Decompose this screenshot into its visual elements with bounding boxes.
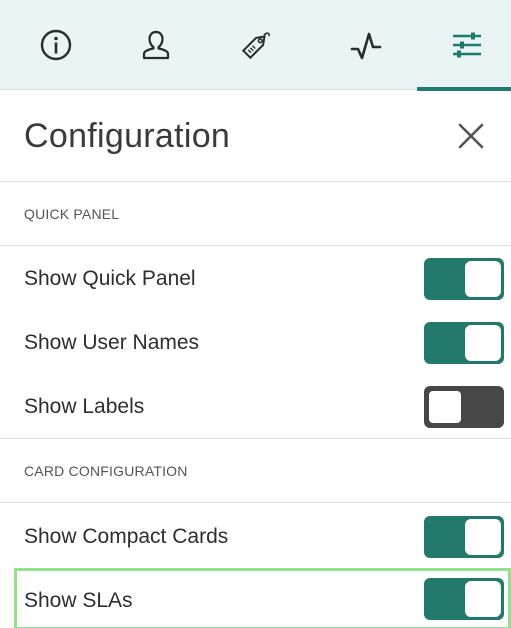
- toggle-knob: [465, 325, 501, 361]
- show-quick-panel-toggle[interactable]: [424, 258, 504, 300]
- setting-row-show-compact-cards: Show Compact Cards: [0, 504, 511, 568]
- user-icon: [142, 30, 170, 60]
- activity-icon: [350, 32, 382, 60]
- show-labels-toggle[interactable]: [424, 386, 504, 428]
- tab-configuration[interactable]: [417, 0, 511, 91]
- section-title: CARD CONFIGURATION: [24, 463, 188, 479]
- setting-row-show-slas: Show SLAs: [14, 568, 511, 628]
- setting-label: Show Compact Cards: [24, 525, 229, 548]
- tab-info[interactable]: [6, 0, 106, 90]
- info-icon: [40, 29, 72, 61]
- section-header-quick-panel: QUICK PANEL: [0, 182, 511, 246]
- configuration-panel: Configuration QUICK PANEL Show Quick Pan…: [0, 0, 511, 628]
- sliders-icon: [453, 32, 481, 58]
- toggle-knob: [465, 581, 501, 617]
- toggle-knob: [465, 261, 501, 297]
- tab-user[interactable]: [106, 0, 206, 90]
- tab-bar: [0, 0, 511, 91]
- toggle-knob: [427, 389, 463, 425]
- tab-activity[interactable]: [316, 0, 416, 90]
- setting-row-show-labels: Show Labels: [0, 374, 511, 438]
- tag-icon: [241, 32, 270, 60]
- page-title: Configuration: [24, 117, 231, 155]
- setting-row-show-quick-panel: Show Quick Panel: [0, 246, 511, 310]
- setting-label: Show SLAs: [24, 589, 133, 612]
- tab-tags[interactable]: [206, 0, 306, 90]
- setting-label: Show User Names: [24, 331, 200, 354]
- show-compact-cards-toggle[interactable]: [424, 516, 504, 558]
- section-header-card-configuration: CARD CONFIGURATION: [0, 439, 511, 503]
- setting-row-show-user-names: Show User Names: [0, 310, 511, 374]
- close-button[interactable]: [453, 118, 489, 154]
- panel-header: Configuration: [0, 90, 511, 182]
- show-slas-toggle[interactable]: [424, 578, 504, 620]
- close-icon: [458, 123, 484, 149]
- toggle-knob: [465, 519, 501, 555]
- setting-label: Show Quick Panel: [24, 267, 196, 290]
- section-title: QUICK PANEL: [24, 206, 120, 222]
- setting-label: Show Labels: [24, 395, 145, 418]
- show-user-names-toggle[interactable]: [424, 322, 504, 364]
